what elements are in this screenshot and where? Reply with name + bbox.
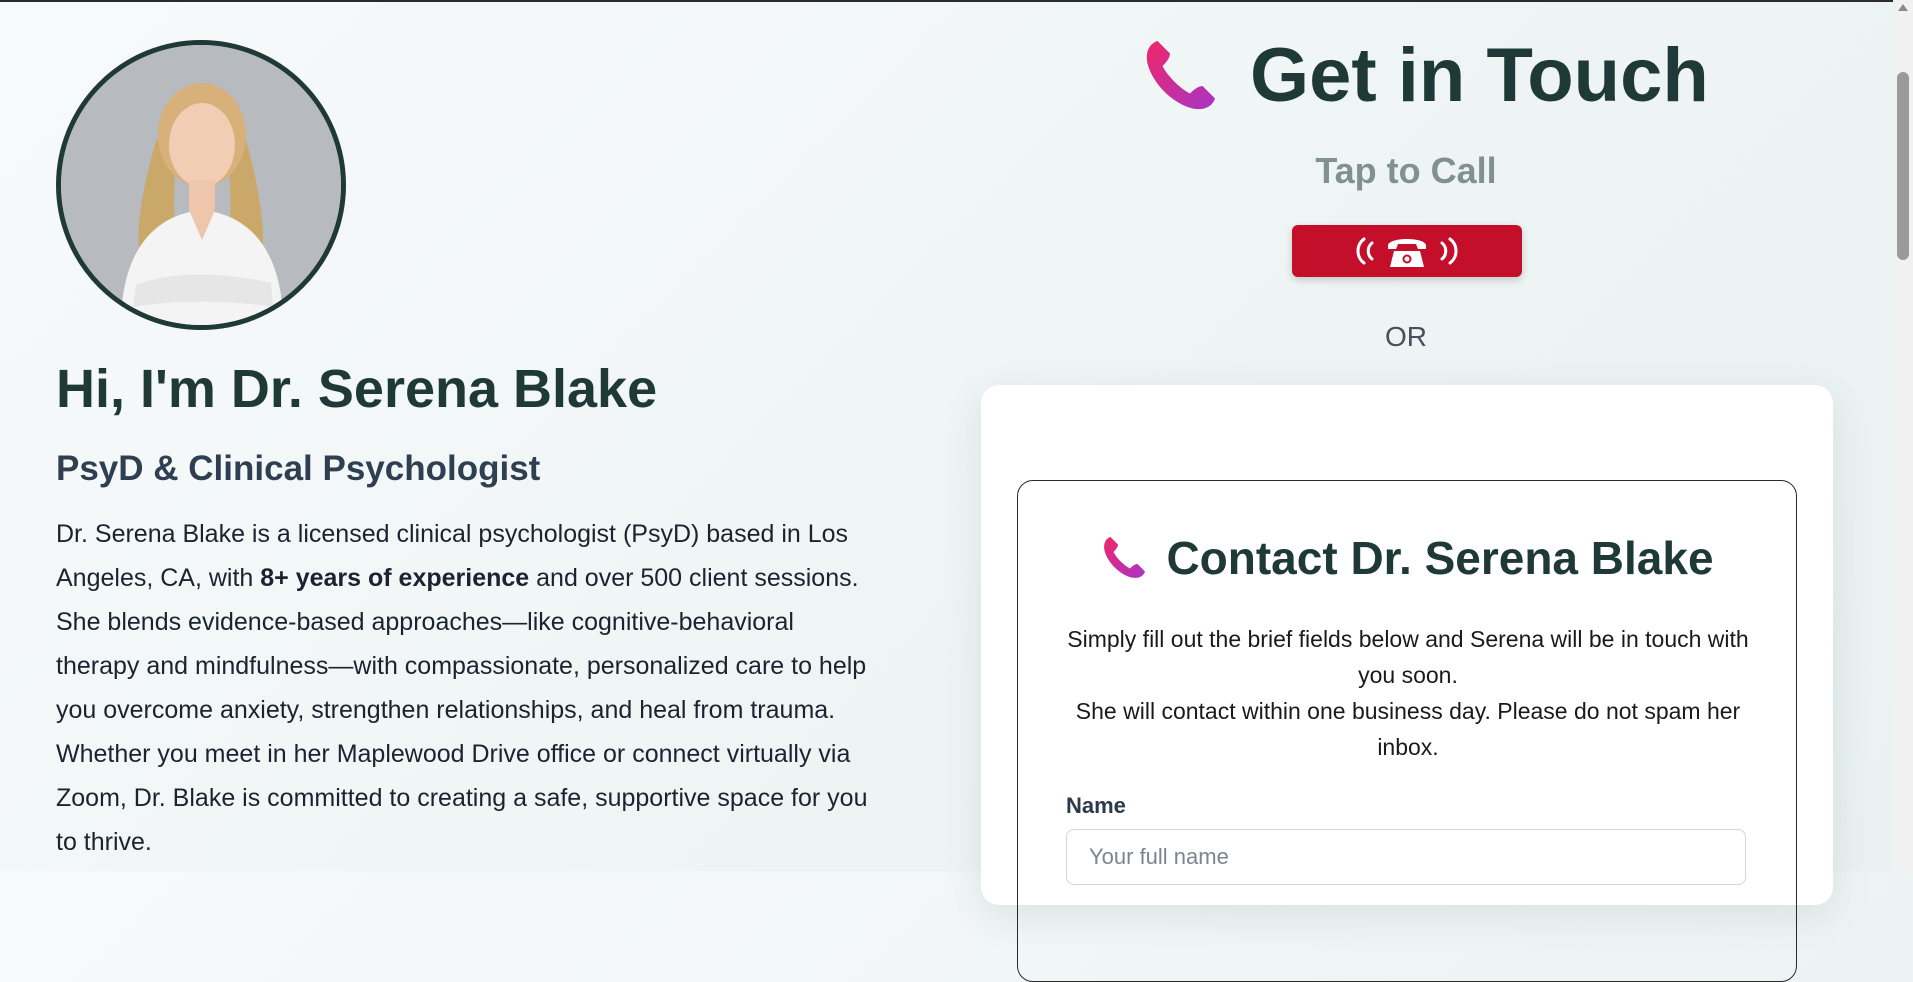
bio-paragraph: Dr. Serena Blake is a licensed clinical … — [56, 512, 876, 864]
contact-form-header: Contact Dr. Serena Blake — [1018, 531, 1796, 585]
contact-form-description: Simply fill out the brief fields below a… — [1058, 621, 1758, 765]
vertical-scrollbar[interactable] — [1893, 0, 1913, 871]
window-top-border — [0, 0, 1893, 2]
description-line-1: Simply fill out the brief fields below a… — [1067, 626, 1749, 688]
ringing-phone-icon — [1356, 237, 1458, 267]
get-in-touch-header: Get in Touch — [1140, 34, 1709, 118]
get-in-touch-heading: Get in Touch — [1250, 33, 1709, 118]
tap-to-call-label: Tap to Call — [1315, 150, 1497, 191]
telephone-receiver-icon — [1146, 41, 1215, 110]
portrait-image — [61, 45, 341, 325]
name-label: Name — [1066, 793, 1126, 818]
description-line-2: She will contact within one business day… — [1075, 698, 1741, 760]
telephone-receiver-icon — [1104, 537, 1146, 578]
bio-experience-highlight: 8+ years of experience — [260, 564, 530, 592]
or-divider: OR — [1385, 321, 1427, 352]
name-input[interactable] — [1066, 829, 1746, 885]
call-button[interactable] — [1292, 225, 1522, 277]
contact-form-title: Contact Dr. Serena Blake — [1166, 532, 1714, 584]
credentials-subtitle: PsyD & Clinical Psychologist — [56, 449, 541, 488]
page-title: Hi, I'm Dr. Serena Blake — [56, 359, 658, 419]
contact-card: Contact Dr. Serena Blake Simply fill out… — [981, 385, 1833, 982]
scroll-up-arrow-icon[interactable] — [1898, 4, 1908, 11]
avatar — [56, 40, 346, 330]
bio-text-end: and over 500 client sessions. She blends… — [56, 564, 868, 856]
scrollbar-thumb[interactable] — [1897, 72, 1909, 260]
contact-form: Contact Dr. Serena Blake Simply fill out… — [1017, 480, 1797, 982]
